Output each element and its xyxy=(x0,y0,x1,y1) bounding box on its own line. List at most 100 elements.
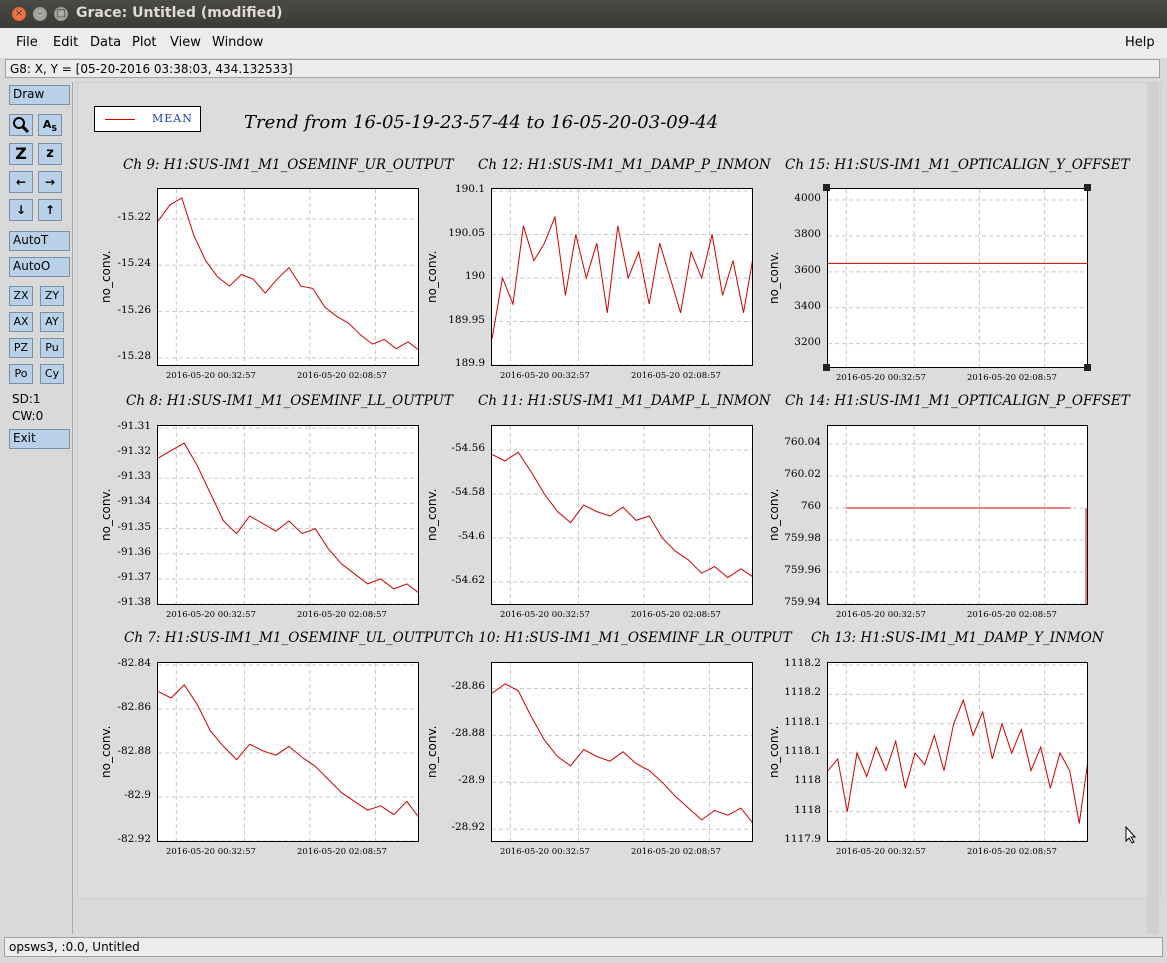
scroll-right-button[interactable]: → xyxy=(38,171,62,193)
y-axis-label: no_conv. xyxy=(425,250,439,303)
y-tick-label: -15.28 xyxy=(117,350,151,363)
minimize-icon[interactable]: – xyxy=(33,7,47,21)
ay-button[interactable]: AY xyxy=(40,312,64,332)
cy-button[interactable]: Cy xyxy=(40,364,64,384)
mouse-pointer-icon xyxy=(1125,826,1137,844)
plot-area[interactable] xyxy=(157,662,419,842)
draw-button[interactable]: Draw xyxy=(9,85,70,105)
autoscale-text-icon: AS xyxy=(42,118,58,134)
menu-edit[interactable]: Edit xyxy=(53,35,78,50)
data-series-line xyxy=(158,684,418,818)
exit-button[interactable]: Exit xyxy=(9,429,70,449)
menu-file[interactable]: File xyxy=(16,35,38,50)
plot-svg xyxy=(828,426,1087,604)
data-series-line xyxy=(492,451,752,579)
plot-title: Ch 8: H1:SUS-IM1_M1_OSEMINF_LL_OUTPUT xyxy=(126,393,453,409)
y-tick-label: 190.05 xyxy=(448,226,485,239)
x-tick-label: 2016-05-20 00:32:57 xyxy=(166,610,256,620)
menu-window[interactable]: Window xyxy=(212,35,263,50)
data-series-line xyxy=(158,442,418,594)
autotick-text-button[interactable]: AutoT xyxy=(9,231,70,251)
plot-area[interactable] xyxy=(827,425,1088,605)
plot-area[interactable] xyxy=(157,425,419,605)
plot-svg xyxy=(158,663,418,841)
plot-area[interactable] xyxy=(491,662,753,842)
plot-svg xyxy=(158,426,418,604)
plot-svg xyxy=(492,426,752,604)
legend-label: MEAN xyxy=(152,112,193,125)
plot-title: Ch 7: H1:SUS-IM1_M1_OSEMINF_UL_OUTPUT xyxy=(124,630,454,646)
y-tick-label: -28.86 xyxy=(451,680,485,693)
x-tick-label: 2016-05-20 02:08:57 xyxy=(297,371,387,381)
po-button[interactable]: Po xyxy=(9,364,33,384)
y-tick-label: -15.26 xyxy=(117,303,151,316)
plot-area[interactable] xyxy=(827,662,1088,842)
plot-title: Ch 14: H1:SUS-IM1_M1_OPTICALIGN_P_OFFSET xyxy=(785,393,1130,409)
y-axis-label: no_conv. xyxy=(425,725,439,778)
ax-button[interactable]: AX xyxy=(9,312,33,332)
x-tick-label: 2016-05-20 02:08:57 xyxy=(967,610,1057,620)
pu-button[interactable]: Pu xyxy=(40,338,64,358)
vertical-scrollbar[interactable] xyxy=(1147,82,1159,934)
selection-handle[interactable] xyxy=(1084,184,1091,191)
x-tick-label: 2016-05-20 00:32:57 xyxy=(836,373,926,383)
y-tick-label: -54.56 xyxy=(451,442,485,454)
y-tick-label: -91.37 xyxy=(117,570,151,583)
y-tick-label: 1118 xyxy=(794,803,821,816)
toolbar: Draw AS Z z ← → ↓ ↑ AutoT AutoO ZX ZY AX… xyxy=(4,82,73,934)
y-tick-label: 3800 xyxy=(794,227,821,240)
plot-title: Ch 9: H1:SUS-IM1_M1_OSEMINF_UR_OUTPUT xyxy=(123,157,454,173)
selection-handle[interactable] xyxy=(823,184,830,191)
zx-button[interactable]: ZX xyxy=(9,286,33,306)
scroll-left-button[interactable]: ← xyxy=(9,171,33,193)
y-tick-label: 759.96 xyxy=(784,564,821,576)
zoom-in-button[interactable]: Z xyxy=(9,143,33,165)
zoom-button[interactable] xyxy=(9,114,33,136)
data-series-line xyxy=(492,683,752,823)
x-tick-label: 2016-05-20 02:08:57 xyxy=(967,373,1057,383)
y-tick-label: 189.9 xyxy=(454,357,485,369)
y-tick-label: -91.31 xyxy=(117,420,151,432)
y-axis-label: no_conv. xyxy=(99,250,113,303)
y-axis-label: no_conv. xyxy=(425,488,439,541)
menu-help[interactable]: Help xyxy=(1125,35,1155,50)
autoorient-button[interactable]: AutoO xyxy=(9,257,70,277)
y-axis-label: no_conv. xyxy=(99,488,113,541)
y-tick-label: 1117.9 xyxy=(784,833,821,845)
legend: MEAN xyxy=(94,106,201,132)
data-series-line xyxy=(492,215,752,339)
menu-plot[interactable]: Plot xyxy=(132,35,157,50)
plot-area[interactable] xyxy=(157,188,419,366)
locator-readout: G8: X, Y = [05-20-2016 03:38:03, 434.132… xyxy=(5,59,1160,78)
scroll-up-button[interactable]: ↑ xyxy=(38,199,62,221)
plot-area[interactable] xyxy=(491,425,753,605)
selection-handle[interactable] xyxy=(823,364,830,371)
plot-svg xyxy=(492,663,752,841)
y-tick-label: -82.84 xyxy=(117,657,151,669)
maximize-icon[interactable]: □ xyxy=(54,7,68,21)
scroll-down-button[interactable]: ↓ xyxy=(9,199,33,221)
plot-svg xyxy=(492,189,752,365)
menu-view[interactable]: View xyxy=(170,35,201,50)
zoom-out-button[interactable]: z xyxy=(38,143,62,165)
zy-button[interactable]: ZY xyxy=(40,286,64,306)
x-tick-label: 2016-05-20 02:08:57 xyxy=(967,847,1057,857)
autotick-button[interactable]: AS xyxy=(38,114,62,136)
sd-status: SD:1 xyxy=(12,392,41,406)
y-tick-label: 189.95 xyxy=(448,313,485,326)
y-tick-label: -91.32 xyxy=(117,445,151,458)
y-tick-label: -28.92 xyxy=(451,821,485,834)
plot-area[interactable] xyxy=(491,188,753,366)
cw-status: CW:0 xyxy=(12,409,44,423)
selection-handle[interactable] xyxy=(1084,364,1091,371)
plot-svg xyxy=(828,189,1087,367)
plot-area[interactable] xyxy=(827,188,1088,368)
x-tick-label: 2016-05-20 00:32:57 xyxy=(500,371,590,381)
y-tick-label: 4000 xyxy=(794,191,821,204)
pz-button[interactable]: PZ xyxy=(9,338,33,358)
y-tick-label: 3200 xyxy=(794,335,821,348)
plot-title: Ch 12: H1:SUS-IM1_M1_DAMP_P_INMON xyxy=(478,157,771,173)
y-axis-label: no_conv. xyxy=(99,725,113,778)
close-icon[interactable]: × xyxy=(12,7,26,21)
menu-data[interactable]: Data xyxy=(90,35,121,50)
